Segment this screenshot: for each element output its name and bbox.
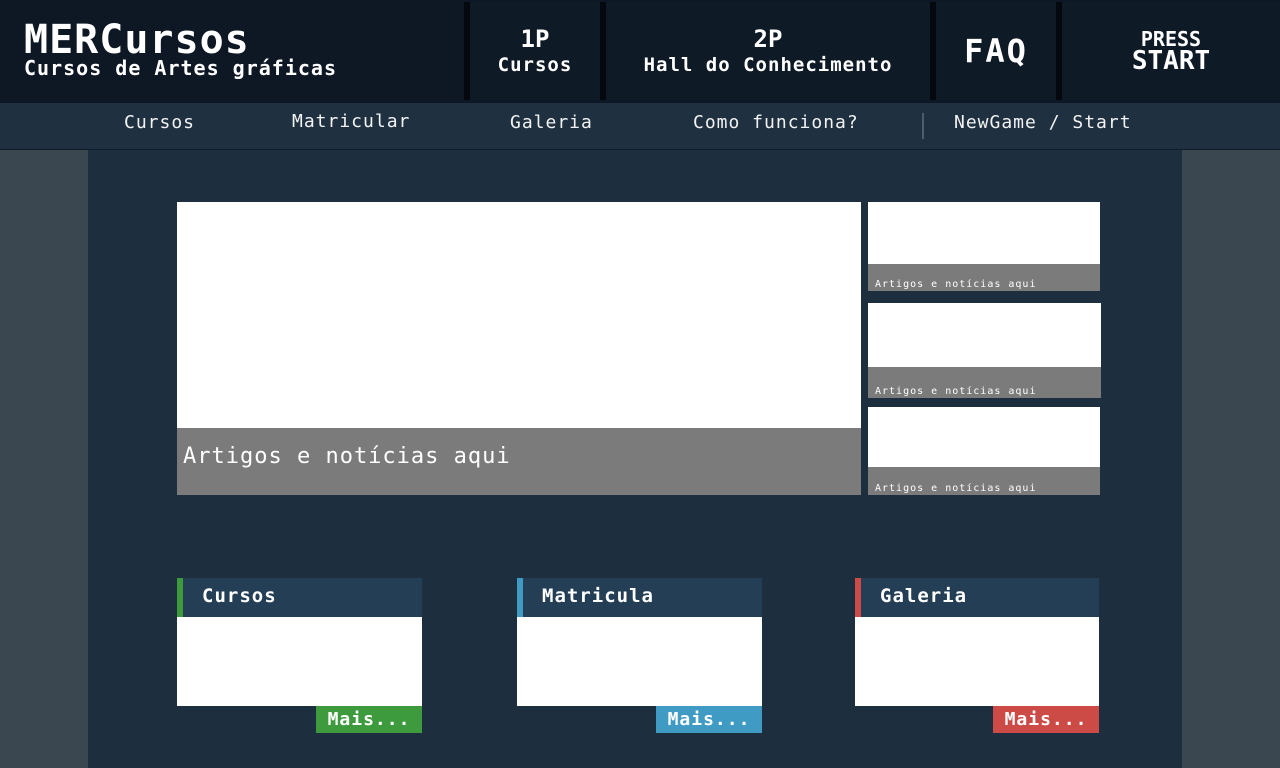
side-article[interactable]: Artigos e notícias aqui [868,303,1101,398]
header-faq-button[interactable]: FAQ [936,2,1056,100]
card-body [177,617,422,706]
card-header: Galeria [855,578,1099,617]
card-header: Matricula [517,578,762,617]
header-2p-sublabel: Hall do Conhecimento [643,54,893,76]
nav-item-como-funciona[interactable]: Como funciona? [693,112,859,133]
nav-item-newgame-start[interactable]: NewGame / Start [954,112,1132,133]
start-label: START [1131,46,1211,76]
nav-item-galeria[interactable]: Galeria [510,112,593,133]
card-cursos: Cursos Mais... [177,578,422,733]
side-caption-bar: Artigos e notícias aqui [868,264,1100,291]
main-nav: Cursos Matricular Galeria Como funciona?… [0,103,1280,150]
more-button[interactable]: Mais... [316,706,422,733]
header-1p-button[interactable]: 1P Cursos [470,2,600,100]
more-button[interactable]: Mais... [656,706,762,733]
header-1p-label: 1P [520,25,550,53]
featured-caption: Artigos e notícias aqui [183,444,511,469]
side-caption-bar: Artigos e notícias aqui [868,367,1101,398]
nav-divider [922,113,924,139]
header-1p-sublabel: Cursos [497,54,573,76]
card-body [855,617,1099,706]
nav-item-matricular[interactable]: Matricular [292,111,410,132]
site-header: MERCursos Cursos de Artes gráficas 1P Cu… [0,0,1280,103]
more-button[interactable]: Mais... [993,706,1099,733]
card-title: Galeria [880,585,968,607]
featured-caption-bar: Artigos e notícias aqui [177,428,861,495]
card-matricula: Matricula Mais... [517,578,762,733]
side-article[interactable]: Artigos e notícias aqui [868,202,1100,291]
card-galeria: Galeria Mais... [855,578,1099,733]
brand-subtitle: Cursos de Artes gráficas [24,56,337,80]
nav-item-cursos[interactable]: Cursos [124,112,195,133]
card-body [517,617,762,706]
side-caption: Artigos e notícias aqui [875,279,1037,290]
card-title: Matricula [542,585,654,607]
press-start-button[interactable]: PRESS START [1062,2,1280,100]
header-2p-button[interactable]: 2P Hall do Conhecimento [606,2,930,100]
side-caption: Artigos e notícias aqui [875,483,1037,494]
side-caption: Artigos e notícias aqui [875,386,1037,397]
featured-article[interactable]: Artigos e notícias aqui [177,202,861,495]
side-caption-bar: Artigos e notícias aqui [868,467,1100,495]
side-article[interactable]: Artigos e notícias aqui [868,407,1100,495]
card-title: Cursos [202,585,277,607]
header-2p-label: 2P [753,25,783,53]
brand-title: MERCursos [24,17,250,63]
header-faq-label: FAQ [964,32,1028,70]
card-header: Cursos [177,578,422,617]
brand[interactable]: MERCursos Cursos de Artes gráficas [24,17,337,80]
